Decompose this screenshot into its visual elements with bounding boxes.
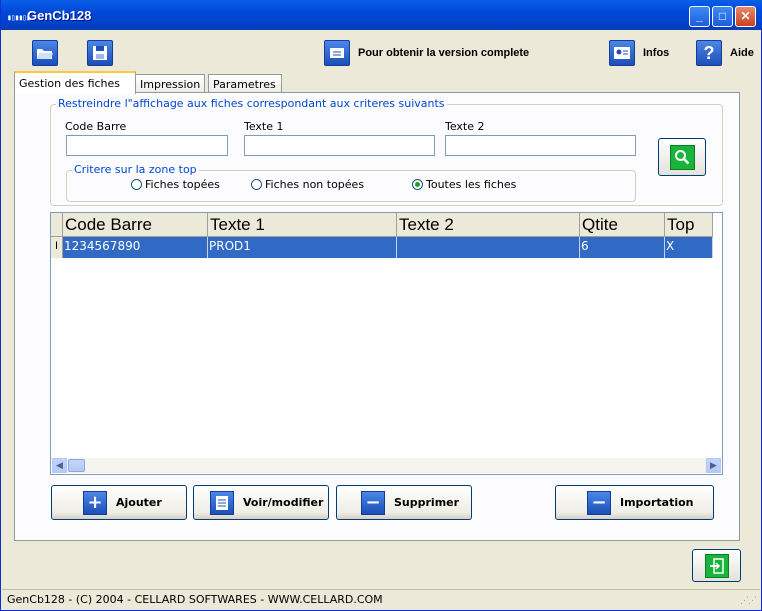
resize-grip-icon[interactable]: ⋰⋰	[740, 595, 757, 606]
column-header-texte2[interactable]: Texte 2	[397, 213, 580, 237]
radio-fiches-non-topees-label: Fiches non topées	[265, 178, 365, 191]
texte2-input[interactable]	[445, 135, 636, 156]
folder-open-icon	[32, 40, 58, 66]
supprimer-button[interactable]: − Supprimer	[336, 485, 472, 520]
scroll-left-icon[interactable]: ◀	[52, 458, 67, 473]
grid-corner	[51, 213, 63, 237]
infos-button[interactable]: Infos	[609, 40, 669, 66]
cell-code-barre[interactable]: 1234567890	[63, 237, 208, 258]
radio-fiches-topees-dot[interactable]	[131, 179, 142, 190]
column-header-top[interactable]: Top	[665, 213, 713, 237]
app-window: ▮▯▮▮▯▮ GenCb128 _ □ ✕ Pour obtenir la ve…	[0, 0, 762, 611]
code-barre-label: Code Barre	[65, 120, 127, 133]
plus-icon: +	[83, 490, 107, 515]
radio-toutes-les-fiches-dot[interactable]	[412, 179, 423, 190]
exit-button[interactable]	[692, 549, 741, 582]
texte2-label: Texte 2	[445, 120, 485, 133]
save-button[interactable]	[87, 40, 113, 66]
tab-gestion-des-fiches[interactable]: Gestion des fiches	[14, 71, 136, 94]
ajouter-button[interactable]: + Ajouter	[51, 485, 187, 520]
document-icon	[324, 40, 350, 66]
status-bar: GenCb128 - (C) 2004 - CELLARD SOFTWARES …	[2, 589, 760, 609]
radio-fiches-topees[interactable]: Fiches topées	[131, 178, 220, 191]
infos-label: Infos	[643, 47, 670, 59]
importation-button[interactable]: − Importation	[555, 485, 714, 520]
column-header-code-barre[interactable]: Code Barre	[63, 213, 208, 237]
grid-header: Code Barre Texte 1 Texte 2 Qtite Top	[51, 213, 713, 237]
cell-qtite[interactable]: 6	[580, 237, 665, 258]
full-version-button[interactable]: Pour obtenir la version complete	[324, 40, 529, 66]
cell-top[interactable]: X	[665, 237, 713, 258]
fiches-grid[interactable]: Code Barre Texte 1 Texte 2 Qtite Top I 1…	[50, 212, 723, 475]
search-icon	[669, 144, 695, 170]
cell-texte2[interactable]	[397, 237, 580, 258]
column-header-texte1[interactable]: Texte 1	[208, 213, 397, 237]
radio-fiches-non-topees-dot[interactable]	[251, 179, 262, 190]
radio-fiches-topees-label: Fiches topées	[145, 178, 220, 191]
table-row[interactable]: I 1234567890 PROD1 6 X	[51, 237, 713, 258]
open-button[interactable]	[32, 40, 58, 66]
horizontal-scrollbar[interactable]: ◀ ▶	[52, 458, 721, 473]
minimize-button[interactable]: _	[689, 6, 710, 27]
scroll-right-icon[interactable]: ▶	[706, 458, 721, 473]
tab-parametres[interactable]: Parametres	[208, 74, 282, 93]
tab-impression[interactable]: Impression	[135, 74, 205, 93]
close-button[interactable]: ✕	[735, 6, 756, 27]
scroll-thumb[interactable]	[68, 459, 85, 472]
exit-door-icon	[704, 553, 729, 578]
column-header-qtite[interactable]: Qtite	[580, 213, 665, 237]
voir-modifier-button[interactable]: Voir/modifier	[193, 485, 329, 520]
row-indicator[interactable]: I	[51, 237, 63, 258]
aide-label: Aide	[730, 47, 754, 59]
importation-label: Importation	[620, 496, 694, 509]
voir-modifier-label: Voir/modifier	[243, 496, 324, 509]
radio-toutes-les-fiches[interactable]: Toutes les fiches	[412, 178, 516, 191]
title-bar[interactable]: ▮▯▮▮▯▮ GenCb128 _ □ ✕	[1, 0, 762, 30]
list-icon	[210, 490, 234, 515]
full-version-label: Pour obtenir la version complete	[358, 47, 530, 59]
code-barre-input[interactable]	[66, 135, 228, 156]
search-button[interactable]	[658, 138, 706, 176]
radio-toutes-les-fiches-label: Toutes les fiches	[426, 178, 517, 191]
id-card-icon	[609, 40, 635, 66]
ajouter-label: Ajouter	[116, 496, 162, 509]
texte1-input[interactable]	[244, 135, 435, 156]
radio-fiches-non-topees[interactable]: Fiches non topées	[251, 178, 364, 191]
cell-texte1[interactable]: PROD1	[208, 237, 397, 258]
minus-icon: −	[361, 490, 385, 515]
window-title: GenCb128	[27, 8, 92, 23]
maximize-button[interactable]: □	[712, 6, 733, 27]
status-text: GenCb128 - (C) 2004 - CELLARD SOFTWARES …	[7, 593, 383, 606]
floppy-disk-icon	[87, 40, 113, 66]
help-question-icon: ?	[696, 40, 722, 66]
filter-group-title: Restreindre l"affichage aux fiches corre…	[56, 97, 447, 110]
import-icon: −	[587, 490, 611, 515]
top-criteria-title: Critere sur la zone top	[72, 163, 199, 176]
texte1-label: Texte 1	[244, 120, 284, 133]
supprimer-label: Supprimer	[394, 496, 460, 509]
aide-button[interactable]: ? Aide	[696, 40, 754, 66]
